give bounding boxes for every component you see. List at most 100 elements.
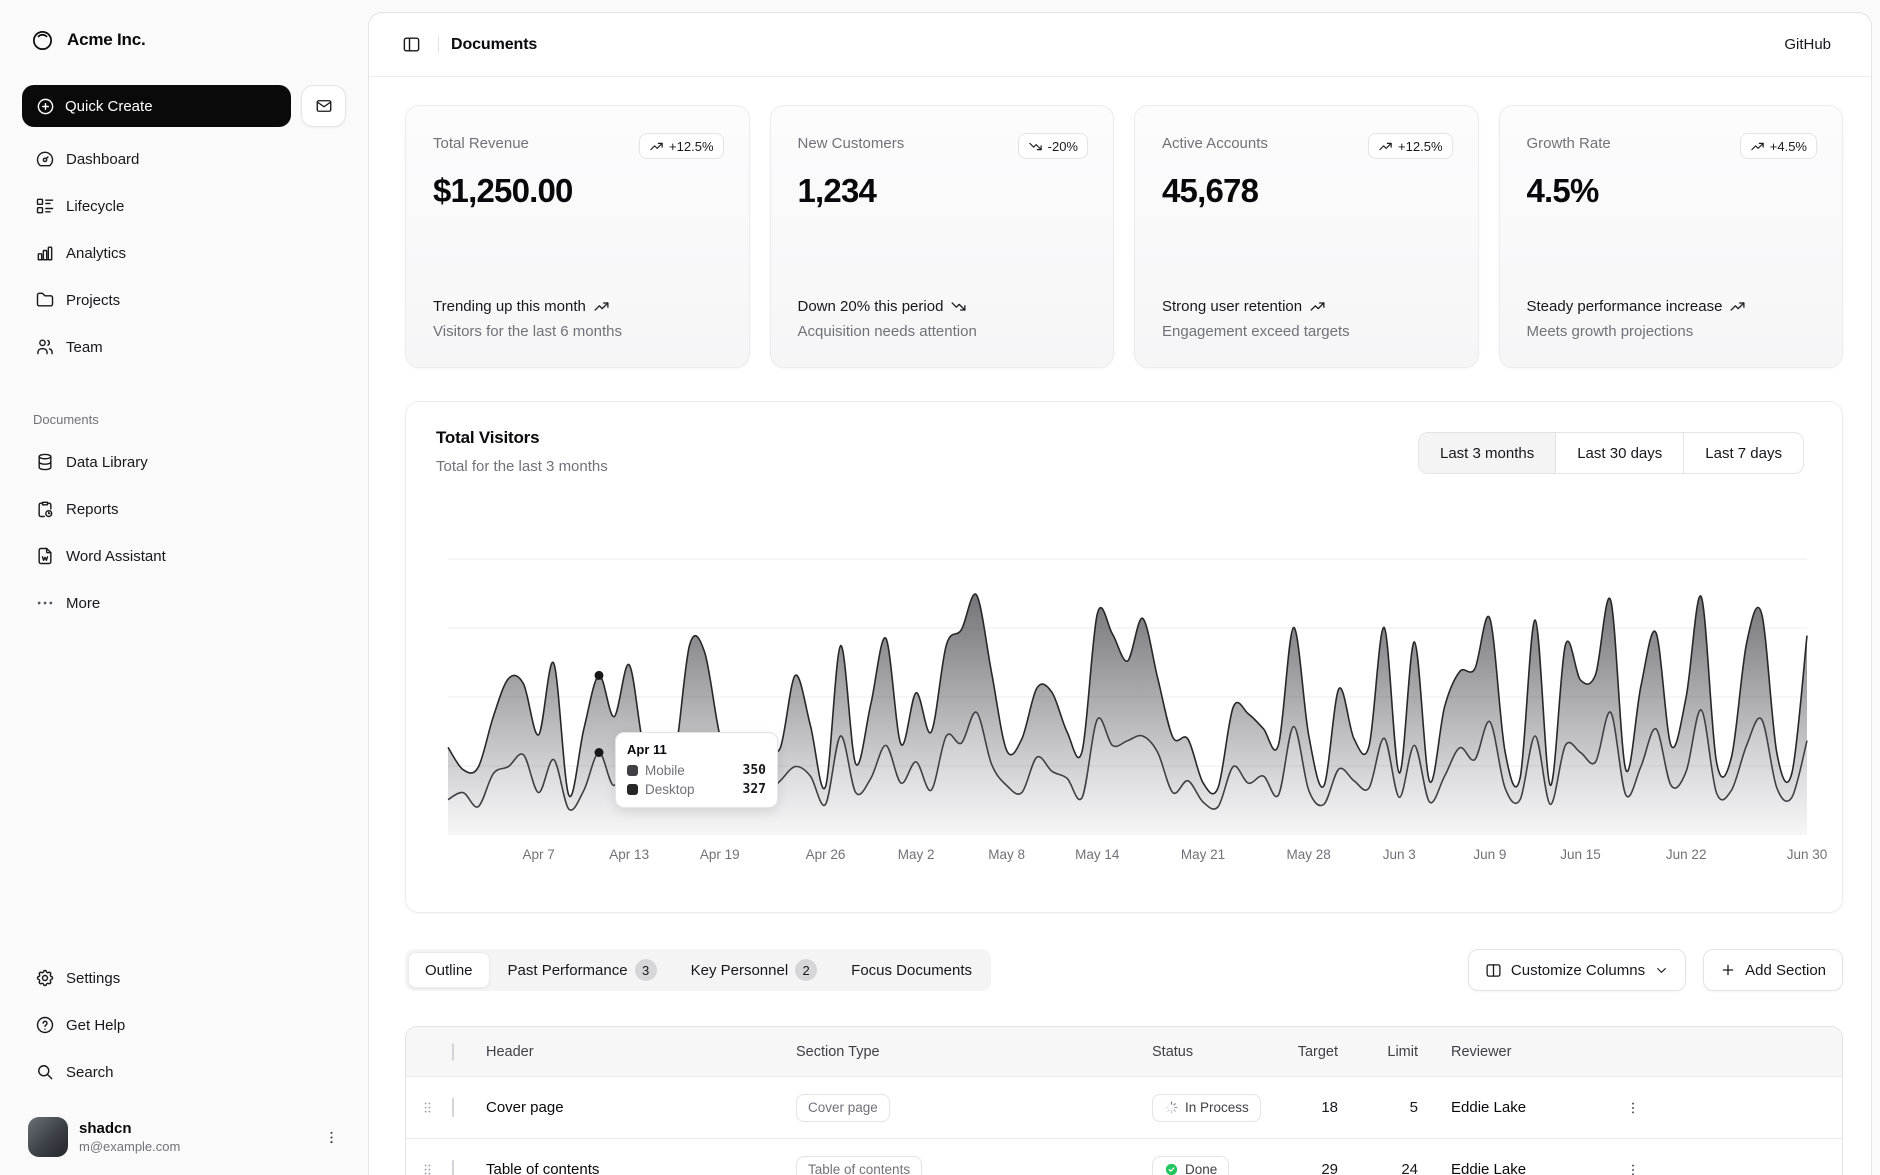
- row-checkbox[interactable]: [452, 1160, 454, 1175]
- report-icon: [35, 499, 55, 519]
- range-last-30-days[interactable]: Last 30 days: [1556, 433, 1684, 473]
- panel-left-icon: [402, 35, 421, 54]
- sidebar-item-search[interactable]: Search: [22, 1053, 346, 1091]
- sidebar-item-reports[interactable]: Reports: [22, 490, 346, 528]
- tooltip-date: Apr 11: [627, 742, 766, 757]
- stat-value: 45,678: [1162, 172, 1453, 210]
- users-icon: [35, 337, 55, 357]
- sidebar-toggle-button[interactable]: [394, 28, 428, 62]
- x-axis-tick: Jun 22: [1666, 847, 1707, 862]
- range-last-3-months[interactable]: Last 3 months: [1419, 433, 1556, 473]
- sidebar-item-word-assistant[interactable]: Word Assistant: [22, 537, 346, 575]
- table-row: Cover page Cover page In Process 18 5: [406, 1077, 1842, 1139]
- folder-icon: [35, 290, 55, 310]
- dots-vertical-icon: [323, 1129, 340, 1146]
- sidebar-item-analytics[interactable]: Analytics: [22, 234, 346, 272]
- nav-documents: Data Library Reports Word Assistant More: [22, 443, 346, 622]
- documents-group-label: Documents: [22, 410, 346, 430]
- sidebar-item-team[interactable]: Team: [22, 328, 346, 366]
- reviewer-cell[interactable]: Eddie Lake: [1451, 1099, 1526, 1116]
- column-header-reviewer: Reviewer: [1430, 1044, 1598, 1060]
- stat-title: New Customers: [798, 133, 905, 152]
- tab-key-personnel[interactable]: Key Personnel 2: [675, 952, 834, 988]
- dots-horizontal-icon: [35, 593, 55, 613]
- quick-create-row: Quick Create: [22, 85, 346, 127]
- topbar: Documents GitHub: [369, 13, 1871, 77]
- inbox-button[interactable]: [301, 85, 346, 127]
- stat-footer: Down 20% this period Acquisition needs a…: [798, 296, 1089, 340]
- sidebar-item-projects[interactable]: Projects: [22, 281, 346, 319]
- target-cell[interactable]: 29: [1321, 1161, 1338, 1175]
- mail-icon: [315, 97, 333, 115]
- row-header-cell[interactable]: Table of contents: [486, 1161, 599, 1175]
- sidebar-item-settings[interactable]: Settings: [22, 959, 346, 997]
- chart-bar-icon: [35, 243, 55, 263]
- plus-icon: [1720, 962, 1736, 978]
- stat-footer: Trending up this month Visitors for the …: [433, 296, 724, 340]
- range-last-7-days[interactable]: Last 7 days: [1684, 433, 1803, 473]
- x-axis-tick: Apr 13: [609, 847, 649, 862]
- trending-up-icon: [1729, 298, 1746, 315]
- reviewer-cell[interactable]: Eddie Lake: [1451, 1161, 1526, 1175]
- trending-up-icon: [649, 139, 664, 154]
- target-cell[interactable]: 18: [1321, 1099, 1338, 1116]
- tab-count-badge: 3: [635, 959, 657, 981]
- sidebar-item-label: Settings: [66, 970, 120, 987]
- tab-count-badge: 2: [795, 959, 817, 981]
- trend-badge: +12.5%: [639, 133, 723, 159]
- row-actions-button[interactable]: [1618, 1155, 1648, 1175]
- chart-range-toggle: Last 3 months Last 30 days Last 7 days: [1418, 432, 1804, 474]
- content: Total Revenue +12.5% $1,250.00 Trending …: [369, 105, 1871, 1175]
- stat-cards-row: Total Revenue +12.5% $1,250.00 Trending …: [405, 105, 1843, 368]
- list-details-icon: [35, 196, 55, 216]
- row-actions-button[interactable]: [1618, 1093, 1648, 1123]
- trend-badge: +4.5%: [1740, 133, 1817, 159]
- x-axis-tick: May 28: [1287, 847, 1331, 862]
- customize-columns-button[interactable]: Customize Columns: [1468, 949, 1686, 991]
- tab-outline[interactable]: Outline: [408, 952, 490, 988]
- add-section-button[interactable]: Add Section: [1703, 949, 1843, 991]
- acme-logo-icon: [31, 29, 54, 52]
- stat-card-total-revenue: Total Revenue +12.5% $1,250.00 Trending …: [405, 105, 750, 368]
- x-axis-tick: May 8: [988, 847, 1025, 862]
- select-all-checkbox[interactable]: [452, 1043, 454, 1061]
- sidebar-item-label: Search: [66, 1064, 114, 1081]
- org-switcher[interactable]: Acme Inc.: [22, 20, 346, 60]
- sidebar-item-lifecycle[interactable]: Lifecycle: [22, 187, 346, 225]
- sidebar-item-get-help[interactable]: Get Help: [22, 1006, 346, 1044]
- column-header-section-type: Section Type: [792, 1044, 1148, 1060]
- trending-down-icon: [950, 298, 967, 315]
- stat-value: $1,250.00: [433, 172, 724, 210]
- sidebar-item-label: More: [66, 595, 100, 612]
- row-header-cell[interactable]: Cover page: [486, 1099, 564, 1116]
- github-link[interactable]: GitHub: [1784, 36, 1831, 53]
- trending-up-icon: [593, 298, 610, 315]
- x-axis-tick: Jun 15: [1560, 847, 1601, 862]
- sidebar-item-label: Word Assistant: [66, 548, 166, 565]
- drag-handle-icon[interactable]: [420, 1100, 435, 1115]
- limit-cell[interactable]: 5: [1410, 1099, 1418, 1116]
- row-checkbox[interactable]: [452, 1098, 454, 1117]
- sidebar-item-data-library[interactable]: Data Library: [22, 443, 346, 481]
- status-badge: Done: [1152, 1156, 1229, 1175]
- section-type-badge: Cover page: [796, 1094, 890, 1122]
- user-menu[interactable]: shadcn m@example.com: [22, 1113, 346, 1161]
- stat-value: 1,234: [798, 172, 1089, 210]
- trending-up-icon: [1309, 298, 1326, 315]
- x-axis-tick: Jun 9: [1473, 847, 1506, 862]
- x-axis-tick: Apr 19: [700, 847, 740, 862]
- limit-cell[interactable]: 24: [1401, 1161, 1418, 1175]
- tab-focus-documents[interactable]: Focus Documents: [835, 952, 988, 988]
- user-email: m@example.com: [79, 1139, 180, 1154]
- stat-card-growth-rate: Growth Rate +4.5% 4.5% Steady performanc…: [1499, 105, 1844, 368]
- trending-up-icon: [1378, 139, 1393, 154]
- drag-handle-icon[interactable]: [420, 1162, 435, 1175]
- sidebar-item-more[interactable]: More: [22, 584, 346, 622]
- quick-create-button[interactable]: Quick Create: [22, 85, 291, 127]
- tab-past-performance[interactable]: Past Performance 3: [492, 952, 673, 988]
- sidebar-item-dashboard[interactable]: Dashboard: [22, 140, 346, 178]
- desktop-series-swatch: [627, 784, 638, 795]
- search-icon: [35, 1062, 55, 1082]
- tooltip-row-mobile: Mobile 350: [627, 763, 766, 778]
- sidebar-item-label: Data Library: [66, 454, 148, 471]
